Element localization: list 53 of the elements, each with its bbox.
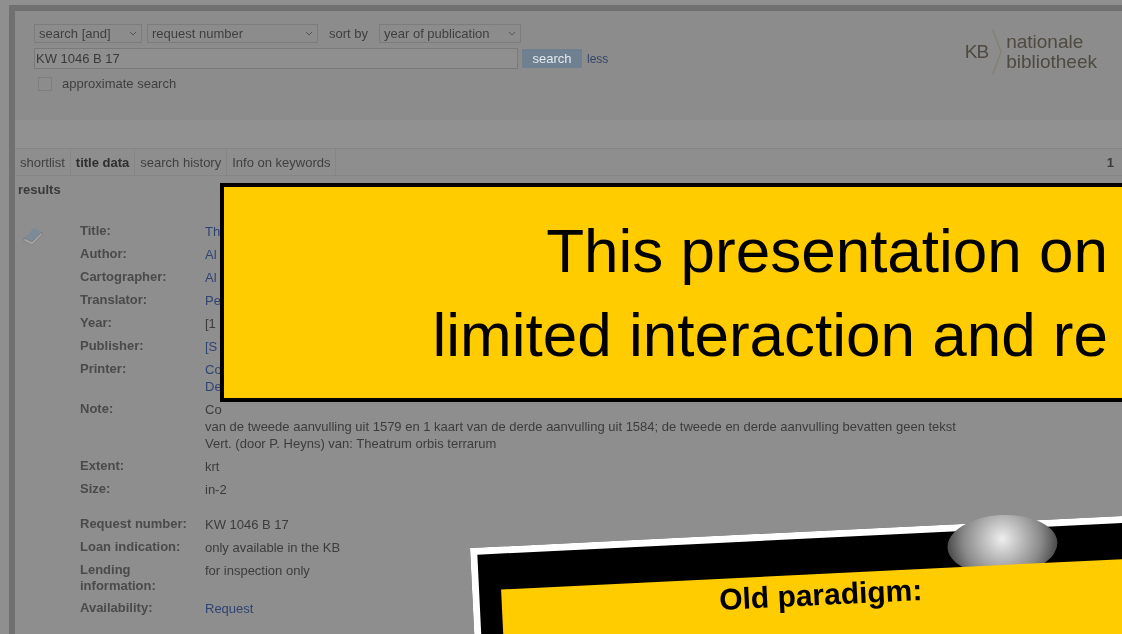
field-link[interactable]: Pe: [205, 292, 221, 309]
field-label: Printer:: [80, 361, 128, 378]
field-value: KW 1046 B 17: [205, 516, 289, 533]
card-title: Old paradigm:: [718, 573, 925, 618]
field-value: Co: [205, 401, 222, 418]
page-number[interactable]: 1: [1106, 154, 1122, 170]
banner-text: limited interaction and re: [432, 298, 1108, 371]
field-link[interactable]: Al: [205, 269, 217, 286]
field-value: Vert. (door P. Heyns) van: Theatrum orbis terrarum: [205, 435, 497, 452]
field-label: Size:: [80, 481, 112, 498]
field-label: Title:: [80, 223, 112, 240]
results-heading: results: [17, 181, 62, 199]
caret-icon: [305, 31, 313, 36]
field-value: krt: [205, 458, 220, 475]
logo-text: bibliotheek: [1006, 52, 1097, 72]
field-label: Extent:: [80, 458, 126, 475]
less-link[interactable]: less: [587, 51, 609, 66]
sort-label: sort by: [329, 26, 368, 41]
field-label: Translator:: [80, 292, 149, 309]
field-link[interactable]: [S: [205, 338, 218, 355]
sort-select[interactable]: year of publication: [379, 24, 521, 43]
field-select[interactable]: request number: [147, 24, 318, 43]
field-value: [1: [205, 315, 216, 332]
search-field[interactable]: KW 1046 B 17: [34, 48, 518, 69]
field-label: Lending information:: [80, 562, 157, 594]
field-label: Year:: [80, 315, 113, 332]
tab[interactable]: shortlist: [15, 149, 71, 175]
field-value: van de tweede aanvulling uit 1579 en 1 kaart van de derde aanvulling uit 1584; de tweede en derde aanvulling bevatten geen tekst: [205, 418, 956, 435]
search-button[interactable]: search: [522, 49, 582, 68]
field-value: in-2: [205, 481, 227, 498]
field-label: Request number:: [80, 516, 188, 533]
logo-mark: KB: [964, 41, 989, 63]
field-label: Loan indication:: [80, 539, 182, 556]
field-value: for inspection only: [205, 562, 310, 579]
field-link[interactable]: Request: [205, 600, 254, 617]
tab[interactable]: title data: [70, 149, 136, 175]
field-label: Note:: [80, 401, 115, 418]
field-label: Cartographer:: [80, 269, 168, 286]
book-icon: [22, 226, 44, 246]
caret-icon: [508, 31, 516, 36]
field-value: only available in the KB: [205, 539, 341, 556]
caret-icon: [129, 31, 137, 36]
tab[interactable]: search history: [135, 149, 228, 175]
operator-select[interactable]: search [and]: [34, 24, 142, 43]
field-label: Publisher:: [80, 338, 145, 355]
field-link[interactable]: Th: [205, 223, 221, 240]
field-label: Author:: [80, 246, 128, 263]
logo-text: nationale: [1006, 32, 1085, 52]
checkbox-label: approximate search: [62, 76, 177, 91]
banner-text: This presentation on: [546, 214, 1108, 287]
field-label: Availability:: [80, 600, 154, 617]
field-link[interactable]: Al: [205, 246, 217, 263]
tab[interactable]: Info on keywords: [227, 149, 337, 175]
